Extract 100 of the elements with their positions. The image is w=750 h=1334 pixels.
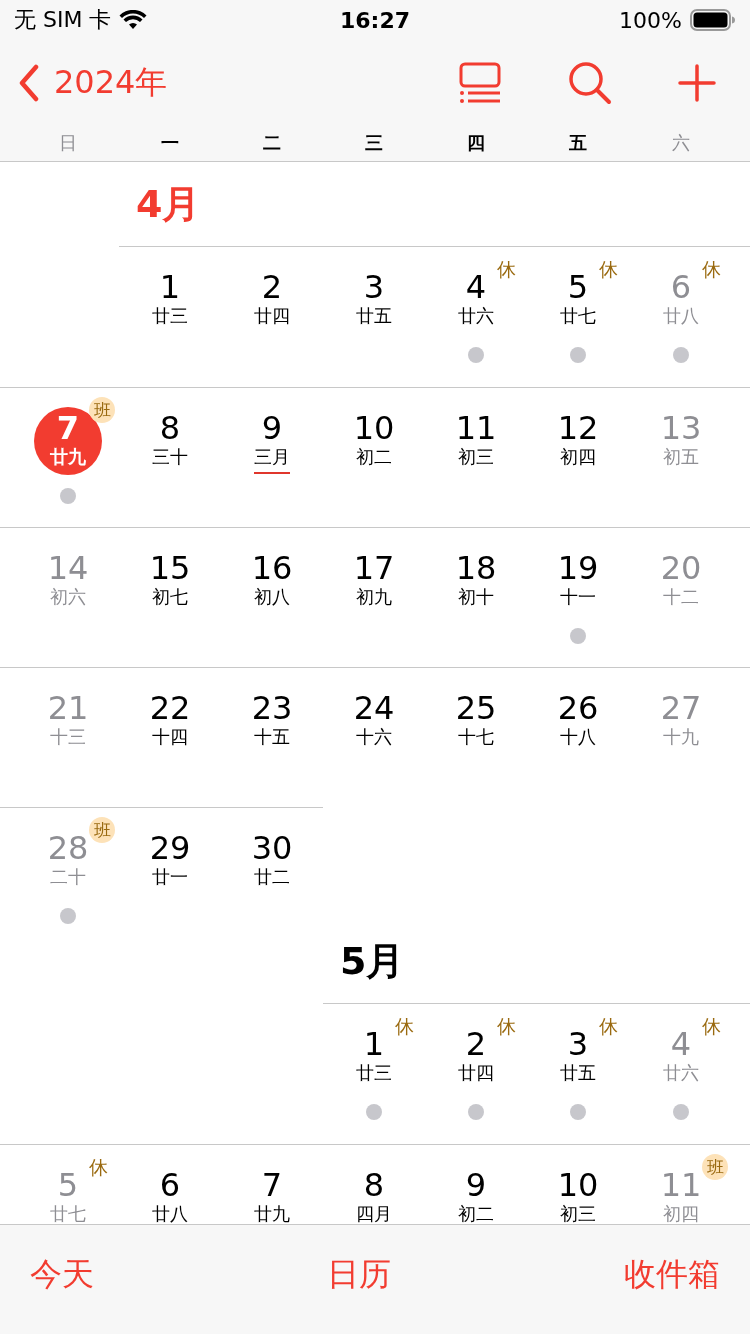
workday-badge: 班 — [89, 817, 115, 843]
lunar-date: 十八 — [560, 725, 596, 749]
search-icon[interactable] — [568, 60, 612, 105]
weekday-label: 六 — [671, 131, 691, 155]
lunar-date: 初八 — [254, 585, 290, 609]
day-number[interactable]: 23 — [251, 691, 293, 725]
lunar-date: 初三 — [560, 1202, 596, 1226]
battery-icon — [690, 9, 736, 31]
weekday-label: 日 — [58, 131, 78, 155]
month-title: 4月 — [136, 180, 201, 228]
day-number[interactable]: 8 — [363, 1168, 385, 1202]
day-number[interactable]: 2 — [261, 270, 283, 304]
month-title: 5月 — [340, 937, 405, 985]
lunar-date: 廿六 — [458, 304, 494, 328]
lunar-date: 廿一 — [152, 865, 188, 889]
lunar-date: 十五 — [254, 725, 290, 749]
lunar-date: 十七 — [458, 725, 494, 749]
weekday-label: 一 — [160, 131, 180, 155]
lunar-date: 初九 — [356, 585, 392, 609]
day-number[interactable]: 15 — [149, 551, 191, 585]
lunar-date: 廿五 — [560, 1061, 596, 1085]
lunar-date: 十四 — [152, 725, 188, 749]
lunar-date: 初六 — [50, 585, 86, 609]
day-number[interactable]: 4 — [465, 270, 487, 304]
lunar-date: 十一 — [560, 585, 596, 609]
lunar-date: 十九 — [663, 725, 699, 749]
status-time: 16:27 — [340, 7, 410, 33]
weekday-label: 四 — [466, 131, 486, 155]
weekday-label: 五 — [568, 131, 588, 155]
day-number[interactable]: 1 — [159, 270, 181, 304]
day-number[interactable]: 7 — [261, 1168, 283, 1202]
rest-day-label: 休 — [395, 1014, 414, 1039]
tab-button[interactable]: 收件箱 — [624, 1252, 720, 1297]
lunar-date: 廿二 — [254, 865, 290, 889]
day-number[interactable]: 1 — [363, 1027, 385, 1061]
wifi-icon — [119, 10, 148, 30]
lunar-date: 二十 — [50, 865, 86, 889]
day-number[interactable]: 18 — [455, 551, 497, 585]
day-number[interactable]: 9 — [261, 411, 283, 445]
day-number[interactable]: 8 — [159, 411, 181, 445]
workday-badge: 班 — [702, 1154, 728, 1180]
day-number[interactable]: 24 — [353, 691, 395, 725]
lunar-date: 廿八 — [152, 1202, 188, 1226]
lunar-date: 十二 — [663, 585, 699, 609]
day-number[interactable]: 25 — [455, 691, 497, 725]
weekday-label: 二 — [262, 131, 282, 155]
lunar-date: 初二 — [356, 445, 392, 469]
day-number[interactable]: 5 — [567, 270, 589, 304]
workday-badge: 班 — [89, 397, 115, 423]
day-number[interactable]: 22 — [149, 691, 191, 725]
add-icon[interactable] — [678, 63, 716, 102]
day-number[interactable]: 3 — [363, 270, 385, 304]
lunar-date: 廿四 — [254, 304, 290, 328]
day-number[interactable]: 6 — [159, 1168, 181, 1202]
day-number[interactable]: 9 — [465, 1168, 487, 1202]
carrier-name: 无 SIM 卡 — [14, 6, 112, 34]
day-number[interactable]: 30 — [251, 831, 293, 865]
lunar-date: 初四 — [663, 1202, 699, 1226]
day-number[interactable]: 2 — [465, 1027, 487, 1061]
lunar-date: 十六 — [356, 725, 392, 749]
lunar-date: 三十 — [152, 445, 188, 469]
day-number[interactable]: 17 — [353, 551, 395, 585]
day-number[interactable]: 11 — [455, 411, 497, 445]
lunar-date: 初五 — [663, 445, 699, 469]
battery-percent: 100% — [619, 7, 682, 33]
lunar-date: 初七 — [152, 585, 188, 609]
rest-day-label: 休 — [599, 1014, 618, 1039]
rest-day-label: 休 — [89, 1155, 108, 1180]
day-number[interactable]: 19 — [557, 551, 599, 585]
day-number[interactable]: 29 — [149, 831, 191, 865]
back-button[interactable]: 2024年 — [18, 60, 168, 105]
lunar-date: 廿九 — [50, 445, 86, 469]
lunar-date: 廿七 — [560, 304, 596, 328]
day-number[interactable]: 26 — [557, 691, 599, 725]
lunar-date: 初四 — [560, 445, 596, 469]
list-view-icon[interactable] — [458, 61, 502, 104]
rest-day-label: 休 — [497, 1014, 516, 1039]
lunar-date: 廿八 — [663, 304, 699, 328]
lunar-date: 廿四 — [458, 1061, 494, 1085]
lunar-date: 十三 — [50, 725, 86, 749]
lunar-date: 廿九 — [254, 1202, 290, 1226]
chevron-icon — [18, 63, 40, 102]
tab-button[interactable]: 今天 — [30, 1252, 94, 1297]
tab-button[interactable]: 日历 — [327, 1252, 391, 1297]
lunar-date: 廿三 — [356, 1061, 392, 1085]
day-number[interactable]: 12 — [557, 411, 599, 445]
day-number[interactable]: 10 — [353, 411, 395, 445]
rest-day-label: 休 — [599, 257, 618, 282]
day-number[interactable]: 16 — [251, 551, 293, 585]
lunar-date: 廿三 — [152, 304, 188, 328]
day-number[interactable]: 7 — [56, 411, 80, 445]
day-number[interactable]: 10 — [557, 1168, 599, 1202]
lunar-date: 廿五 — [356, 304, 392, 328]
lunar-date: 初三 — [458, 445, 494, 469]
lunar-date: 初二 — [458, 1202, 494, 1226]
lunar-date: 廿七 — [50, 1202, 86, 1226]
weekday-label: 三 — [364, 131, 384, 155]
day-number[interactable]: 3 — [567, 1027, 589, 1061]
rest-day-label: 休 — [497, 257, 516, 282]
lunar-date: 廿六 — [663, 1061, 699, 1085]
